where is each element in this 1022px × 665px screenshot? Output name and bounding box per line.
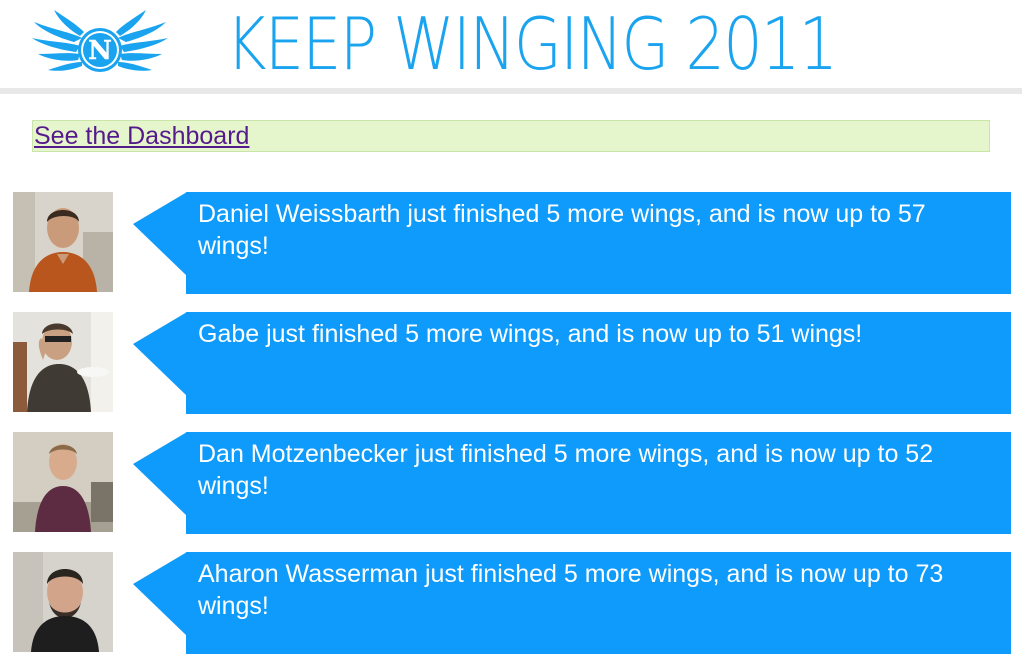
avatar-photo [13, 432, 113, 532]
avatar-photo [13, 552, 113, 652]
avatar [13, 432, 113, 532]
speech-bubble: Daniel Weissbarth just finished 5 more w… [186, 192, 1011, 294]
avatar-photo [13, 312, 113, 412]
page-title: KEEP WINGING 2011 [226, 2, 838, 86]
feed-message: Gabe just finished 5 more wings, and is … [198, 320, 863, 348]
feed-message: Aharon Wasserman just finished 5 more wi… [198, 560, 944, 620]
speech-bubble-tail [133, 192, 187, 276]
avatar-photo [13, 192, 113, 292]
feed-item: Gabe just finished 5 more wings, and is … [0, 312, 1022, 414]
feed-item: Dan Motzenbecker just finished 5 more wi… [0, 432, 1022, 534]
feed-message: Dan Motzenbecker just finished 5 more wi… [198, 440, 934, 500]
feed-message: Daniel Weissbarth just finished 5 more w… [198, 200, 926, 260]
header-divider [0, 88, 1022, 94]
speech-bubble-tail [133, 432, 187, 516]
feed-item: Daniel Weissbarth just finished 5 more w… [0, 192, 1022, 294]
see-dashboard-link[interactable]: See the Dashboard [34, 121, 249, 151]
speech-bubble-tail [133, 312, 187, 396]
speech-bubble: Aharon Wasserman just finished 5 more wi… [186, 552, 1011, 654]
avatar [13, 552, 113, 652]
speech-bubble-tail [133, 552, 187, 636]
site-header: N KEEP WINGING 2011 [0, 0, 1022, 90]
logo-letter: N [88, 36, 112, 66]
winged-n-logo-icon[interactable]: N [30, 8, 170, 80]
feed-item: Aharon Wasserman just finished 5 more wi… [0, 552, 1022, 654]
avatar [13, 312, 113, 412]
avatar [13, 192, 113, 292]
dashboard-banner: See the Dashboard [32, 120, 990, 152]
speech-bubble: Dan Motzenbecker just finished 5 more wi… [186, 432, 1011, 534]
speech-bubble: Gabe just finished 5 more wings, and is … [186, 312, 1011, 414]
